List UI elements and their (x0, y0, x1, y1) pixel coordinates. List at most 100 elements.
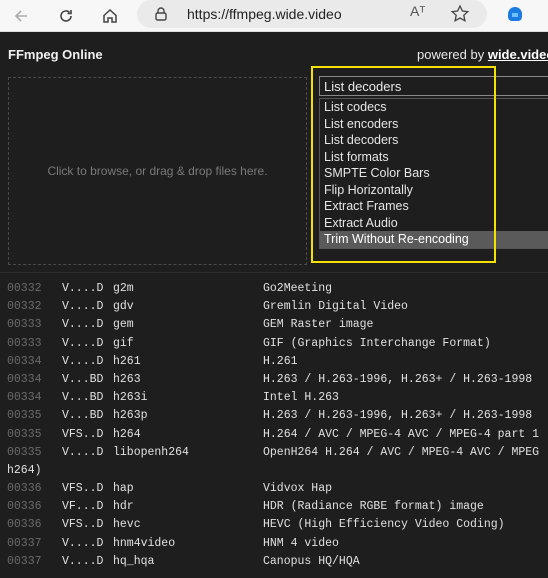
option-list-encoders[interactable]: List encoders (320, 116, 548, 133)
log-name: hq_hqa (113, 554, 155, 568)
log-row: 00332 V....D gdv Gremlin Digital Video (0, 298, 548, 316)
url-text: https://ffmpeg.wide.video (187, 6, 342, 22)
log-flags: V...BD (62, 372, 104, 386)
log-desc: H.264 / AVC / MPEG-4 AVC / MPEG-4 part 1 (263, 427, 540, 441)
log-desc: GIF (Graphics Interchange Format) (263, 336, 491, 350)
powered-by-prefix: powered by (417, 47, 488, 62)
log-desc: Intel H.263 (263, 391, 339, 405)
divider (0, 272, 548, 273)
refresh-button[interactable] (54, 4, 78, 28)
log-ts: 00336 (7, 518, 42, 532)
log-ts: 00335 (7, 427, 42, 441)
log-flags: V....D (62, 300, 104, 314)
log-ts: 00336 (7, 500, 42, 514)
log-name: hnm4video (113, 536, 176, 550)
log-name: gif (113, 336, 134, 350)
option-trim-without-reencoding[interactable]: Trim Without Re-encoding (320, 231, 548, 248)
copilot-icon[interactable] (504, 3, 526, 25)
log-ts: 00333 (7, 318, 42, 332)
log-row: 00334 V...BD h263i Intel H.263 (0, 389, 548, 407)
log-name: hap (113, 482, 134, 496)
command-options-list: List codecs List encoders List decoders … (319, 98, 548, 249)
home-button[interactable] (98, 4, 122, 28)
option-list-formats[interactable]: List formats (320, 149, 548, 166)
log-ts: 00334 (7, 354, 42, 368)
log-flags: V....D (62, 282, 104, 295)
log-row: 00335 V...BD h263p H.263 / H.263-1996, H.26… (0, 407, 548, 425)
log-row: 00335 V....D libopenh264 OpenH264 H.264 / A… (0, 444, 548, 462)
lock-icon (155, 7, 167, 21)
log-desc: Gremlin Digital Video (263, 300, 408, 314)
log-row: 00336 VF...D hdr HDR (Radiance RGBE format)… (0, 498, 548, 516)
option-list-decoders[interactable]: List decoders (320, 132, 548, 149)
log-row: 00336 VFS..D hap Vidvox Hap (0, 480, 548, 498)
option-smpte-color-bars[interactable]: SMPTE Color Bars (320, 165, 548, 182)
log-name: gdv (113, 300, 134, 314)
log-desc: Go2Meeting (263, 282, 333, 295)
log-row: 00335 VFS..D h264 H.264 / AVC / MPEG-4 AVC … (0, 426, 548, 444)
log-name: h263p (113, 409, 148, 423)
log-ts: 00335 (7, 409, 42, 423)
powered-by: powered by wide.video (417, 47, 548, 62)
option-list-codecs[interactable]: List codecs (320, 99, 548, 116)
log-row: 00336 VFS..D hevc HEVC (High Efficiency Vid… (0, 516, 548, 534)
dropzone-hint: Click to browse, or drag & drop files he… (47, 164, 268, 178)
log-ts: 00336 (7, 482, 42, 496)
log-flags: V...BD (62, 391, 104, 405)
app-title: FFmpeg Online (8, 47, 103, 62)
option-extract-audio[interactable]: Extract Audio (320, 215, 548, 232)
log-row: 00334 V....D h261 H.261 (0, 353, 548, 371)
address-bar[interactable]: https://ffmpeg.wide.video Aᵀ (137, 0, 487, 28)
log-flags: V...BD (62, 409, 104, 423)
log-flags: V....D (62, 536, 104, 550)
log-name: hdr (113, 500, 134, 514)
log-name: libopenh264 (113, 445, 189, 459)
log-desc: Canopus HQ/HQA (263, 554, 360, 568)
browser-toolbar: https://ffmpeg.wide.video Aᵀ (0, 0, 548, 32)
log-desc: Vidvox Hap (263, 482, 333, 496)
log-desc: OpenH264 H.264 / AVC / MPEG-4 AVC / MPEG (263, 445, 540, 459)
log-name: hevc (113, 518, 141, 532)
log-desc: H.263 / H.263-1996, H.263+ / H.263-1998 (263, 409, 533, 423)
log-flags: V....D (62, 336, 104, 350)
log-flags: V....D (62, 445, 104, 459)
favorite-star-icon[interactable] (449, 3, 471, 25)
log-desc: HEVC (High Efficiency Video Coding) (263, 518, 505, 532)
log-ts: 00332 (7, 300, 42, 314)
log-desc: H.263 / H.263-1996, H.263+ / H.263-1998 (263, 372, 533, 386)
file-dropzone[interactable]: Click to browse, or drag & drop files he… (8, 77, 307, 265)
log-name: h263 (113, 372, 141, 386)
log-ts: 00335 (7, 445, 42, 459)
log-ts: 00334 (7, 391, 42, 405)
log-name: h261 (113, 354, 141, 368)
log-flags: V....D (62, 318, 104, 332)
log-ts: 00337 (7, 536, 42, 550)
read-aloud-icon[interactable]: Aᵀ (410, 3, 432, 25)
refresh-icon (60, 10, 72, 22)
log-name: g2m (113, 282, 134, 295)
home-icon (103, 8, 117, 23)
log-name: h264 (113, 427, 141, 441)
console-log: 00332 V....D g2m Go2Meeting 00332 V....D gdv Gr… (0, 280, 548, 571)
option-flip-horizontally[interactable]: Flip Horizontally (320, 182, 548, 199)
log-desc: H.261 (263, 354, 298, 368)
back-button[interactable] (9, 4, 33, 28)
log-row: 00334 V...BD h263 H.263 / H.263-1996, H.263… (0, 371, 548, 389)
log-flags: VFS..D (62, 482, 104, 496)
log-ts: 00337 (7, 554, 42, 568)
log-row: 00332 V....D g2m Go2Meeting (0, 280, 548, 298)
log-desc: h264) (7, 463, 42, 477)
log-row: 00333 V....D gem GEM Raster image (0, 316, 548, 334)
option-extract-frames[interactable]: Extract Frames (320, 198, 548, 215)
log-row: 00337 V....D hq_hqa Canopus HQ/HQA (0, 553, 548, 571)
log-desc: GEM Raster image (263, 318, 374, 332)
log-flags: VFS..D (62, 427, 104, 441)
log-row: 00333 V....D gif GIF (Graphics Interchange … (0, 335, 548, 353)
log-flags: VFS..D (62, 518, 104, 532)
log-ts: 00333 (7, 336, 42, 350)
command-select[interactable]: List decoders (319, 76, 548, 96)
log-row: 00337 V....D hnm4video HNM 4 video (0, 535, 548, 553)
command-select-value: List decoders (324, 79, 402, 94)
back-arrow-icon (14, 10, 27, 22)
wide-video-link[interactable]: wide.video (488, 47, 548, 62)
